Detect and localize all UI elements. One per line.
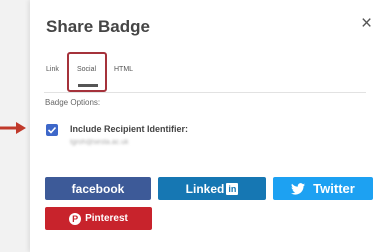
twitter-share-button[interactable]: Twitter <box>273 177 373 200</box>
facebook-share-button[interactable]: facebook <box>45 177 151 200</box>
include-recipient-label: Include Recipient Identifier: <box>70 124 189 134</box>
badge-options-label: Badge Options: <box>45 98 101 107</box>
twitter-label: Twitter <box>313 181 355 196</box>
twitter-bird-icon <box>291 182 306 195</box>
close-icon[interactable]: × <box>361 14 373 33</box>
tabs-divider <box>44 92 366 93</box>
active-tab-indicator <box>78 84 98 87</box>
linkedin-label: Linked <box>185 181 225 196</box>
include-recipient-checkbox[interactable] <box>46 124 58 136</box>
tab-social[interactable]: Social <box>77 66 96 73</box>
tab-html[interactable]: HTML <box>114 66 133 73</box>
tab-link[interactable]: Link <box>46 66 59 73</box>
pinterest-share-button[interactable]: P Pinterest <box>45 207 152 230</box>
linkedin-share-button[interactable]: Linked in <box>158 177 266 200</box>
arrow-right-icon <box>0 122 26 134</box>
linkedin-in-icon: in <box>226 182 239 195</box>
pinterest-p-icon: P <box>69 212 82 225</box>
dialog-title: Share Badge <box>46 17 150 36</box>
checkmark-icon <box>47 126 57 134</box>
pinterest-label: Pinterest <box>85 213 128 224</box>
recipient-identifier: tgroh@sesta.ac.uk <box>70 139 129 146</box>
share-badge-dialog: Share Badge × Link Social HTML Badge Opt… <box>30 0 373 252</box>
facebook-label: facebook <box>71 181 125 196</box>
